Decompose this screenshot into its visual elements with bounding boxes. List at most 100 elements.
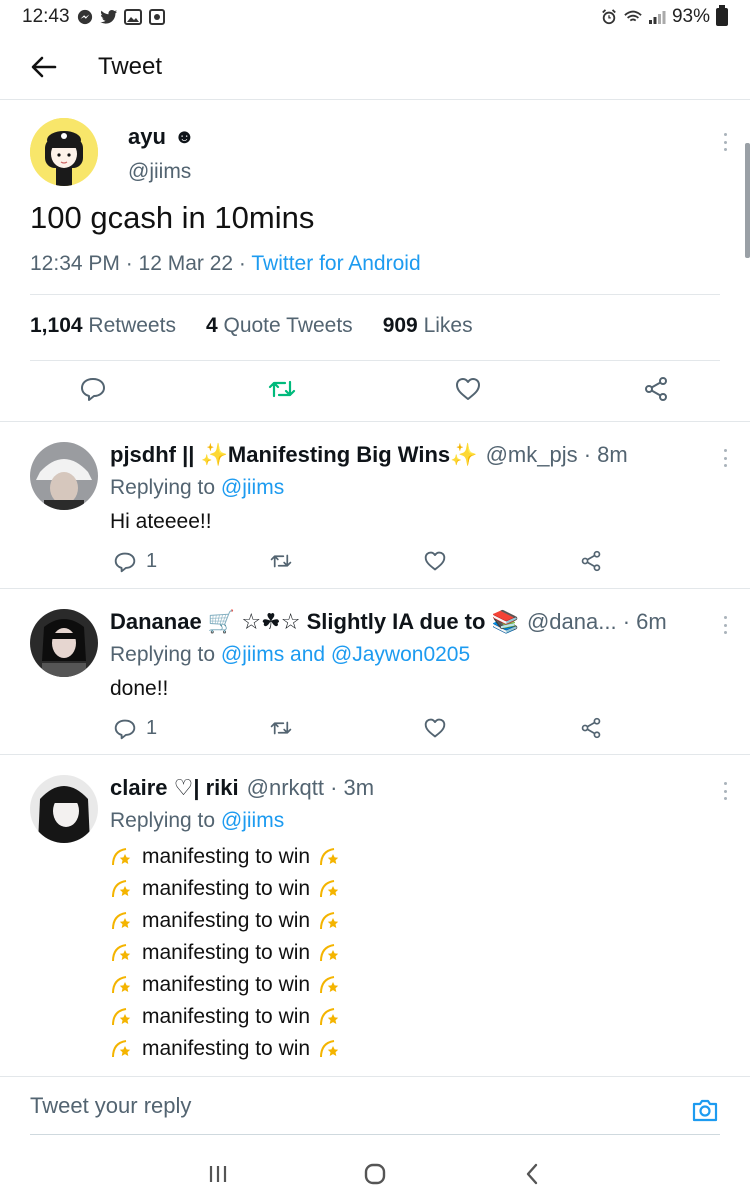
scrollbar[interactable]	[745, 143, 750, 258]
main-tweet-names: ayu ☻ @jiims	[128, 124, 195, 186]
share-icon	[581, 717, 601, 739]
reply-button[interactable]	[80, 376, 106, 402]
more-options-icon[interactable]	[720, 130, 730, 154]
share-icon	[645, 377, 667, 401]
reply-button[interactable]: 1	[114, 550, 157, 573]
reply-body: pjsdhf || ✨Manifesting Big Wins✨ @mk_pjs…	[110, 442, 720, 534]
reply-actions: 1	[110, 717, 630, 747]
retweet-button[interactable]	[270, 550, 292, 572]
replying-to: Replying to @jiims	[110, 809, 720, 833]
more-options-icon[interactable]	[720, 446, 730, 470]
reply-body: Dananae 🛒 ☆☘☆ Slightly IA due to 📚 @dana…	[110, 609, 720, 701]
recent-apps-icon	[210, 1166, 227, 1182]
reply-header: claire ♡| riki @nrkqtt · 3m	[110, 775, 720, 801]
reply-text: manifesting to win manifesting to win ma…	[110, 841, 720, 1065]
reply-author-name[interactable]: Dananae 🛒 ☆☘☆ Slightly IA due to 📚	[110, 609, 519, 635]
retweet-button[interactable]	[270, 717, 292, 739]
like-button[interactable]	[424, 717, 446, 739]
dizzy-star-icon	[320, 1040, 339, 1058]
dizzy-star-icon	[112, 944, 131, 962]
recent-apps-button[interactable]	[198, 1154, 238, 1194]
replying-to-link[interactable]: @jiims	[221, 476, 284, 499]
reply-author-name[interactable]: pjsdhf || ✨Manifesting Big Wins✨	[110, 442, 478, 468]
status-bar: 12:43 93%	[0, 0, 750, 34]
reply-input[interactable]: Tweet your reply	[30, 1077, 720, 1135]
gallery-icon	[123, 9, 142, 25]
home-button[interactable]	[355, 1154, 395, 1194]
reply-tweet[interactable]: Dananae 🛒 ☆☘☆ Slightly IA due to 📚 @dana…	[0, 589, 750, 754]
share-icon	[581, 550, 601, 572]
list-item: manifesting to win	[110, 873, 720, 905]
replying-to: Replying to @jiims	[110, 476, 720, 500]
like-button[interactable]	[455, 376, 481, 402]
reply-icon	[81, 378, 105, 401]
replying-to-link[interactable]: @jiims and @Jaywon0205	[221, 643, 470, 666]
share-button[interactable]	[580, 717, 602, 739]
like-button[interactable]	[424, 550, 446, 572]
replying-to: Replying to @jiims and @Jaywon0205	[110, 643, 720, 667]
wifi-icon	[624, 10, 642, 22]
reply-author-meta: @dana... · 6m	[526, 609, 667, 634]
share-button[interactable]	[643, 376, 669, 402]
retweets-stat[interactable]: 1,104 Retweets	[30, 314, 176, 338]
dizzy-star-icon	[320, 1008, 339, 1026]
dizzy-star-icon	[320, 944, 339, 962]
twitter-icon	[99, 9, 117, 24]
dizzy-star-icon	[112, 1008, 131, 1026]
reply-author-meta: @nrkqtt · 3m	[246, 775, 375, 800]
more-options-icon[interactable]	[720, 613, 730, 637]
tweet-source-link[interactable]: Twitter for Android	[251, 252, 420, 275]
replying-to-link[interactable]: @jiims	[221, 809, 284, 832]
reply-button[interactable]: 1	[114, 717, 157, 740]
quote-tweets-stat[interactable]: 4 Quote Tweets	[206, 314, 353, 338]
reply-text: Hi ateeee!!	[110, 510, 212, 533]
replying-to-label: Replying to	[110, 809, 221, 832]
author-handle[interactable]: @jiims	[128, 160, 195, 184]
dizzy-star-icon	[320, 848, 339, 866]
likes-stat[interactable]: 909 Likes	[383, 314, 473, 338]
reply-count: 1	[146, 717, 158, 739]
status-right: 93%	[600, 5, 728, 28]
replying-to-label: Replying to	[110, 643, 221, 666]
avatar[interactable]	[30, 775, 98, 843]
author-name[interactable]: ayu ☻	[128, 124, 195, 150]
avatar[interactable]	[30, 442, 98, 510]
avatar[interactable]	[30, 609, 98, 677]
tweet-text: 100 gcash in 10mins	[30, 200, 315, 235]
signal-icon	[648, 11, 666, 24]
share-button[interactable]	[580, 550, 602, 572]
reply-tweet[interactable]: pjsdhf || ✨Manifesting Big Wins✨ @mk_pjs…	[0, 422, 750, 588]
reply-header: pjsdhf || ✨Manifesting Big Wins✨ @mk_pjs…	[110, 442, 720, 468]
reply-icon	[114, 552, 136, 572]
system-back-button[interactable]	[512, 1154, 552, 1194]
more-options-icon[interactable]	[720, 779, 730, 803]
reply-icon	[114, 719, 136, 739]
dizzy-star-icon	[320, 880, 339, 898]
avatar[interactable]	[30, 118, 98, 186]
top-bar: Tweet	[0, 34, 750, 100]
retweet-icon	[270, 554, 292, 568]
main-tweet-header: ayu ☻ @jiims	[30, 118, 195, 186]
dizzy-star-icon	[320, 976, 339, 994]
reply-author-name[interactable]: claire ♡| riki	[110, 775, 239, 801]
home-icon	[364, 1163, 386, 1185]
reply-actions: 1	[110, 550, 630, 580]
list-item: manifesting to win	[110, 841, 720, 873]
alarm-icon	[602, 9, 616, 25]
back-button[interactable]	[12, 35, 76, 99]
reply-composer: Tweet your reply	[0, 1076, 750, 1148]
reply-body: claire ♡| riki @nrkqtt · 3m Replying to …	[110, 775, 720, 1065]
list-item: manifesting to win	[110, 969, 720, 1001]
list-item: manifesting to win	[110, 937, 720, 969]
reply-tweet[interactable]: claire ♡| riki @nrkqtt · 3m Replying to …	[0, 755, 750, 1075]
dizzy-star-icon	[112, 1040, 131, 1058]
dizzy-star-icon	[112, 912, 131, 930]
author-emoji: ☻	[173, 125, 195, 148]
camera-button[interactable]	[690, 1095, 720, 1125]
battery-text: 93%	[671, 6, 710, 27]
retweet-button[interactable]	[268, 376, 296, 402]
reply-text: done!!	[110, 677, 169, 700]
dizzy-star-icon	[112, 976, 131, 994]
heart-icon	[424, 551, 446, 571]
status-time: 12:43	[22, 6, 70, 27]
